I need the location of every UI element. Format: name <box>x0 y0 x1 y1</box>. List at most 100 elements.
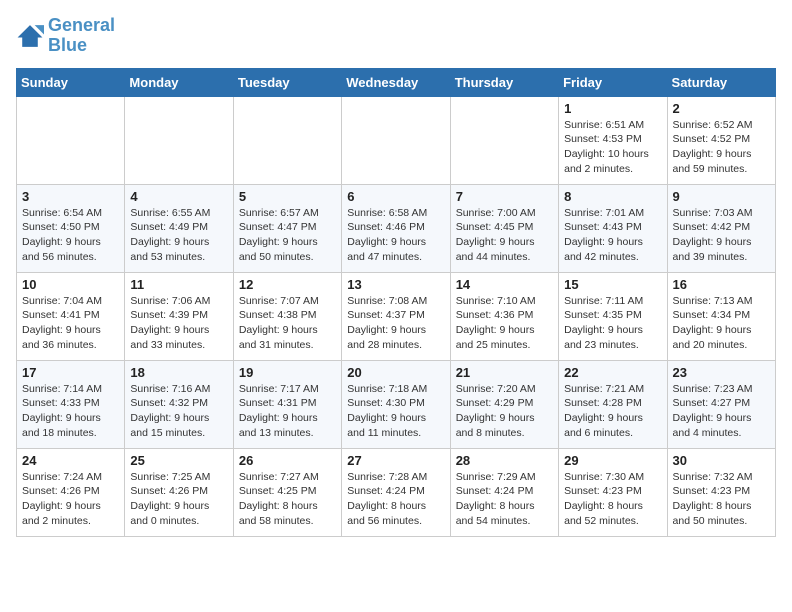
day-of-week-header: Sunday <box>17 68 125 96</box>
day-number: 30 <box>673 453 770 468</box>
day-info: Sunrise: 7:21 AMSunset: 4:28 PMDaylight:… <box>564 382 661 441</box>
day-number: 3 <box>22 189 119 204</box>
day-of-week-header: Tuesday <box>233 68 341 96</box>
calendar-cell: 9Sunrise: 7:03 AMSunset: 4:42 PMDaylight… <box>667 184 775 272</box>
day-info: Sunrise: 7:17 AMSunset: 4:31 PMDaylight:… <box>239 382 336 441</box>
calendar-cell: 5 Sunrise: 6:57 AMSunset: 4:47 PMDaylight… <box>233 184 341 272</box>
day-number: 20 <box>347 365 444 380</box>
day-info: Sunrise: 7:14 AMSunset: 4:33 PMDaylight:… <box>22 382 119 441</box>
day-number: 26 <box>239 453 336 468</box>
day-number: 14 <box>456 277 553 292</box>
day-number: 27 <box>347 453 444 468</box>
day-of-week-header: Thursday <box>450 68 558 96</box>
calendar-week-row: 24 Sunrise: 7:24 AMSunset: 4:26 PMDayligh… <box>17 448 776 536</box>
calendar-cell: 17Sunrise: 7:14 AMSunset: 4:33 PMDayligh… <box>17 360 125 448</box>
logo-line2: Blue <box>48 36 115 56</box>
day-number: 13 <box>347 277 444 292</box>
calendar-header-row: SundayMondayTuesdayWednesdayThursdayFrid… <box>17 68 776 96</box>
calendar-week-row: 17Sunrise: 7:14 AMSunset: 4:33 PMDayligh… <box>17 360 776 448</box>
calendar-cell: 10 Sunrise: 7:04 AMSunset: 4:41 PMDayligh… <box>17 272 125 360</box>
day-info: Sunrise: 7:24 AMSunset: 4:26 PMDaylight:… <box>22 470 119 529</box>
calendar-week-row: 1 Sunrise: 6:51 AMSunset: 4:53 PMDaylight… <box>17 96 776 184</box>
day-info: Sunrise: 7:30 AMSunset: 4:23 PMDaylight:… <box>564 470 661 529</box>
calendar-cell: 30Sunrise: 7:32 AMSunset: 4:23 PMDayligh… <box>667 448 775 536</box>
day-number: 4 <box>130 189 227 204</box>
day-info: Sunrise: 7:08 AMSunset: 4:37 PMDaylight:… <box>347 294 444 353</box>
logo-line1: General <box>48 16 115 36</box>
day-number: 5 <box>239 189 336 204</box>
calendar-cell: 1 Sunrise: 6:51 AMSunset: 4:53 PMDaylight… <box>559 96 667 184</box>
day-info: Sunrise: 7:10 AMSunset: 4:36 PMDaylight:… <box>456 294 553 353</box>
day-info: Sunrise: 6:55 AMSunset: 4:49 PMDaylight:… <box>130 206 227 265</box>
day-info: Sunrise: 7:25 AMSunset: 4:26 PMDaylight:… <box>130 470 227 529</box>
day-info: Sunrise: 7:04 AMSunset: 4:41 PMDaylight:… <box>22 294 119 353</box>
calendar-cell <box>342 96 450 184</box>
day-number: 24 <box>22 453 119 468</box>
day-info: Sunrise: 7:18 AMSunset: 4:30 PMDaylight:… <box>347 382 444 441</box>
calendar-cell <box>233 96 341 184</box>
day-of-week-header: Monday <box>125 68 233 96</box>
day-number: 28 <box>456 453 553 468</box>
day-number: 21 <box>456 365 553 380</box>
day-info: Sunrise: 7:13 AMSunset: 4:34 PMDaylight:… <box>673 294 770 353</box>
calendar-cell: 29 Sunrise: 7:30 AMSunset: 4:23 PMDayligh… <box>559 448 667 536</box>
day-info: Sunrise: 7:23 AMSunset: 4:27 PMDaylight:… <box>673 382 770 441</box>
calendar-cell: 26 Sunrise: 7:27 AMSunset: 4:25 PMDayligh… <box>233 448 341 536</box>
calendar-cell: 2Sunrise: 6:52 AMSunset: 4:52 PMDaylight… <box>667 96 775 184</box>
day-info: Sunrise: 7:28 AMSunset: 4:24 PMDaylight:… <box>347 470 444 529</box>
calendar-cell: 7Sunrise: 7:00 AMSunset: 4:45 PMDaylight… <box>450 184 558 272</box>
day-number: 7 <box>456 189 553 204</box>
calendar-cell: 22 Sunrise: 7:21 AMSunset: 4:28 PMDayligh… <box>559 360 667 448</box>
day-number: 11 <box>130 277 227 292</box>
calendar-cell: 3 Sunrise: 6:54 AMSunset: 4:50 PMDaylight… <box>17 184 125 272</box>
calendar-cell: 14 Sunrise: 7:10 AMSunset: 4:36 PMDayligh… <box>450 272 558 360</box>
calendar-table: SundayMondayTuesdayWednesdayThursdayFrid… <box>16 68 776 537</box>
day-info: Sunrise: 6:54 AMSunset: 4:50 PMDaylight:… <box>22 206 119 265</box>
day-number: 1 <box>564 101 661 116</box>
calendar-cell: 16 Sunrise: 7:13 AMSunset: 4:34 PMDayligh… <box>667 272 775 360</box>
calendar-cell: 23Sunrise: 7:23 AMSunset: 4:27 PMDayligh… <box>667 360 775 448</box>
day-info: Sunrise: 7:20 AMSunset: 4:29 PMDaylight:… <box>456 382 553 441</box>
calendar-cell: 27 Sunrise: 7:28 AMSunset: 4:24 PMDayligh… <box>342 448 450 536</box>
day-number: 25 <box>130 453 227 468</box>
day-info: Sunrise: 6:58 AMSunset: 4:46 PMDaylight:… <box>347 206 444 265</box>
day-info: Sunrise: 7:07 AMSunset: 4:38 PMDaylight:… <box>239 294 336 353</box>
day-info: Sunrise: 7:03 AMSunset: 4:42 PMDaylight:… <box>673 206 770 265</box>
day-info: Sunrise: 7:27 AMSunset: 4:25 PMDaylight:… <box>239 470 336 529</box>
calendar-cell: 24 Sunrise: 7:24 AMSunset: 4:26 PMDayligh… <box>17 448 125 536</box>
calendar-cell: 8 Sunrise: 7:01 AMSunset: 4:43 PMDaylight… <box>559 184 667 272</box>
calendar-cell: 4 Sunrise: 6:55 AMSunset: 4:49 PMDaylight… <box>125 184 233 272</box>
logo-icon <box>16 22 44 50</box>
day-number: 8 <box>564 189 661 204</box>
day-info: Sunrise: 7:16 AMSunset: 4:32 PMDaylight:… <box>130 382 227 441</box>
day-number: 16 <box>673 277 770 292</box>
day-info: Sunrise: 6:57 AMSunset: 4:47 PMDaylight:… <box>239 206 336 265</box>
day-number: 10 <box>22 277 119 292</box>
calendar-cell: 21 Sunrise: 7:20 AMSunset: 4:29 PMDayligh… <box>450 360 558 448</box>
calendar-cell: 18Sunrise: 7:16 AMSunset: 4:32 PMDayligh… <box>125 360 233 448</box>
day-number: 29 <box>564 453 661 468</box>
calendar-cell <box>17 96 125 184</box>
logo: General Blue <box>16 16 115 56</box>
calendar-cell: 19Sunrise: 7:17 AMSunset: 4:31 PMDayligh… <box>233 360 341 448</box>
calendar-week-row: 3 Sunrise: 6:54 AMSunset: 4:50 PMDaylight… <box>17 184 776 272</box>
day-info: Sunrise: 7:01 AMSunset: 4:43 PMDaylight:… <box>564 206 661 265</box>
calendar-cell <box>125 96 233 184</box>
calendar-cell: 6Sunrise: 6:58 AMSunset: 4:46 PMDaylight… <box>342 184 450 272</box>
page-header: General Blue <box>16 16 776 56</box>
calendar-cell: 25 Sunrise: 7:25 AMSunset: 4:26 PMDayligh… <box>125 448 233 536</box>
day-info: Sunrise: 7:11 AMSunset: 4:35 PMDaylight:… <box>564 294 661 353</box>
day-info: Sunrise: 6:51 AMSunset: 4:53 PMDaylight:… <box>564 118 661 177</box>
calendar-cell: 28 Sunrise: 7:29 AMSunset: 4:24 PMDayligh… <box>450 448 558 536</box>
day-number: 12 <box>239 277 336 292</box>
calendar-cell: 13 Sunrise: 7:08 AMSunset: 4:37 PMDayligh… <box>342 272 450 360</box>
day-info: Sunrise: 7:06 AMSunset: 4:39 PMDaylight:… <box>130 294 227 353</box>
calendar-cell: 11 Sunrise: 7:06 AMSunset: 4:39 PMDayligh… <box>125 272 233 360</box>
calendar-week-row: 10 Sunrise: 7:04 AMSunset: 4:41 PMDayligh… <box>17 272 776 360</box>
day-number: 22 <box>564 365 661 380</box>
calendar-cell: 12 Sunrise: 7:07 AMSunset: 4:38 PMDayligh… <box>233 272 341 360</box>
day-of-week-header: Friday <box>559 68 667 96</box>
day-info: Sunrise: 6:52 AMSunset: 4:52 PMDaylight:… <box>673 118 770 177</box>
day-info: Sunrise: 7:29 AMSunset: 4:24 PMDaylight:… <box>456 470 553 529</box>
day-of-week-header: Saturday <box>667 68 775 96</box>
